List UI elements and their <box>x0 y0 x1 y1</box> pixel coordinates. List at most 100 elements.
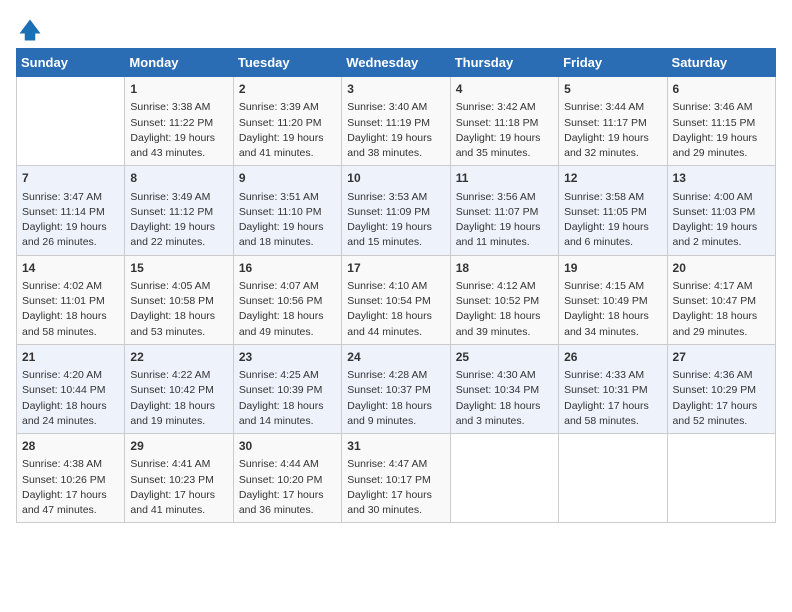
day-info: Sunrise: 4:20 AM Sunset: 10:44 PM Daylig… <box>22 368 119 429</box>
day-number: 7 <box>22 170 119 187</box>
day-number: 28 <box>22 438 119 455</box>
calendar-cell <box>17 77 125 166</box>
calendar-cell: 2Sunrise: 3:39 AM Sunset: 11:20 PM Dayli… <box>233 77 341 166</box>
week-row-1: 1Sunrise: 3:38 AM Sunset: 11:22 PM Dayli… <box>17 77 776 166</box>
calendar-cell: 10 Sunrise: 3:53 AM Sunset: 11:09 PM Dayl… <box>342 166 450 255</box>
day-info: Sunrise: 4:07 AM Sunset: 10:56 PM Daylig… <box>239 279 336 340</box>
week-row-2: 7 Sunrise: 3:47 AM Sunset: 11:14 PM Dayli… <box>17 166 776 255</box>
calendar-cell: 1Sunrise: 3:38 AM Sunset: 11:22 PM Dayli… <box>125 77 233 166</box>
calendar-cell: 5 Sunrise: 3:44 AM Sunset: 11:17 PM Dayli… <box>559 77 667 166</box>
day-of-week-sunday: Sunday <box>17 49 125 77</box>
day-number: 8 <box>130 170 227 187</box>
day-info: Sunrise: 3:53 AM Sunset: 11:09 PM Daylig… <box>347 190 444 251</box>
day-info: Sunrise: 4:05 AM Sunset: 10:58 PM Daylig… <box>130 279 227 340</box>
day-info: Sunrise: 4:41 AM Sunset: 10:23 PM Daylig… <box>130 457 227 518</box>
calendar-cell: 23 Sunrise: 4:25 AM Sunset: 10:39 PM Dayl… <box>233 344 341 433</box>
day-number: 18 <box>456 260 553 277</box>
calendar-cell: 15 Sunrise: 4:05 AM Sunset: 10:58 PM Dayl… <box>125 255 233 344</box>
day-number: 6 <box>673 81 770 98</box>
day-number: 27 <box>673 349 770 366</box>
day-info: Sunrise: 4:02 AM Sunset: 11:01 PM Daylig… <box>22 279 119 340</box>
week-row-5: 28 Sunrise: 4:38 AM Sunset: 10:26 PM Dayl… <box>17 434 776 523</box>
page-header <box>16 16 776 44</box>
day-number: 26 <box>564 349 661 366</box>
day-of-week-thursday: Thursday <box>450 49 558 77</box>
calendar-cell: 22 Sunrise: 4:22 AM Sunset: 10:42 PM Dayl… <box>125 344 233 433</box>
day-of-week-tuesday: Tuesday <box>233 49 341 77</box>
logo-icon <box>16 16 44 44</box>
calendar-cell: 17Sunrise: 4:10 AM Sunset: 10:54 PM Dayl… <box>342 255 450 344</box>
day-number: 10 <box>347 170 444 187</box>
calendar-cell: 28 Sunrise: 4:38 AM Sunset: 10:26 PM Dayl… <box>17 434 125 523</box>
calendar-cell: 31 Sunrise: 4:47 AM Sunset: 10:17 PM Dayl… <box>342 434 450 523</box>
day-info: Sunrise: 4:28 AM Sunset: 10:37 PM Daylig… <box>347 368 444 429</box>
day-number: 23 <box>239 349 336 366</box>
day-number: 16 <box>239 260 336 277</box>
day-number: 30 <box>239 438 336 455</box>
calendar-cell: 16 Sunrise: 4:07 AM Sunset: 10:56 PM Dayl… <box>233 255 341 344</box>
day-of-week-monday: Monday <box>125 49 233 77</box>
calendar-cell: 13 Sunrise: 4:00 AM Sunset: 11:03 PM Dayl… <box>667 166 775 255</box>
day-number: 14 <box>22 260 119 277</box>
day-info: Sunrise: 4:25 AM Sunset: 10:39 PM Daylig… <box>239 368 336 429</box>
calendar-cell: 12Sunrise: 3:58 AM Sunset: 11:05 PM Dayl… <box>559 166 667 255</box>
day-info: Sunrise: 3:47 AM Sunset: 11:14 PM Daylig… <box>22 190 119 251</box>
day-of-week-wednesday: Wednesday <box>342 49 450 77</box>
day-number: 5 <box>564 81 661 98</box>
day-number: 24 <box>347 349 444 366</box>
day-number: 20 <box>673 260 770 277</box>
calendar-cell: 19 Sunrise: 4:15 AM Sunset: 10:49 PM Dayl… <box>559 255 667 344</box>
day-number: 21 <box>22 349 119 366</box>
calendar-cell: 4 Sunrise: 3:42 AM Sunset: 11:18 PM Dayli… <box>450 77 558 166</box>
day-info: Sunrise: 4:22 AM Sunset: 10:42 PM Daylig… <box>130 368 227 429</box>
calendar-cell: 18 Sunrise: 4:12 AM Sunset: 10:52 PM Dayl… <box>450 255 558 344</box>
day-info: Sunrise: 4:17 AM Sunset: 10:47 PM Daylig… <box>673 279 770 340</box>
day-number: 2 <box>239 81 336 98</box>
day-of-week-friday: Friday <box>559 49 667 77</box>
calendar-cell <box>667 434 775 523</box>
day-info: Sunrise: 4:44 AM Sunset: 10:20 PM Daylig… <box>239 457 336 518</box>
day-number: 25 <box>456 349 553 366</box>
calendar-cell: 29 Sunrise: 4:41 AM Sunset: 10:23 PM Dayl… <box>125 434 233 523</box>
calendar-cell: 9 Sunrise: 3:51 AM Sunset: 11:10 PM Dayli… <box>233 166 341 255</box>
day-info: Sunrise: 3:40 AM Sunset: 11:19 PM Daylig… <box>347 100 444 161</box>
day-info: Sunrise: 4:10 AM Sunset: 10:54 PM Daylig… <box>347 279 444 340</box>
day-number: 9 <box>239 170 336 187</box>
day-number: 12 <box>564 170 661 187</box>
day-info: Sunrise: 4:00 AM Sunset: 11:03 PM Daylig… <box>673 190 770 251</box>
calendar-cell: 3 Sunrise: 3:40 AM Sunset: 11:19 PM Dayli… <box>342 77 450 166</box>
calendar-cell: 30 Sunrise: 4:44 AM Sunset: 10:20 PM Dayl… <box>233 434 341 523</box>
day-number: 3 <box>347 81 444 98</box>
day-number: 19 <box>564 260 661 277</box>
day-number: 4 <box>456 81 553 98</box>
day-info: Sunrise: 4:15 AM Sunset: 10:49 PM Daylig… <box>564 279 661 340</box>
week-row-4: 21 Sunrise: 4:20 AM Sunset: 10:44 PM Dayl… <box>17 344 776 433</box>
calendar-cell: 20 Sunrise: 4:17 AM Sunset: 10:47 PM Dayl… <box>667 255 775 344</box>
calendar-cell: 11Sunrise: 3:56 AM Sunset: 11:07 PM Dayl… <box>450 166 558 255</box>
calendar-cell: 14 Sunrise: 4:02 AM Sunset: 11:01 PM Dayl… <box>17 255 125 344</box>
day-info: Sunrise: 4:12 AM Sunset: 10:52 PM Daylig… <box>456 279 553 340</box>
day-info: Sunrise: 3:44 AM Sunset: 11:17 PM Daylig… <box>564 100 661 161</box>
calendar-cell: 25 Sunrise: 4:30 AM Sunset: 10:34 PM Dayl… <box>450 344 558 433</box>
day-number: 29 <box>130 438 227 455</box>
day-number: 11 <box>456 170 553 187</box>
calendar-cell: 21 Sunrise: 4:20 AM Sunset: 10:44 PM Dayl… <box>17 344 125 433</box>
day-number: 15 <box>130 260 227 277</box>
day-info: Sunrise: 3:42 AM Sunset: 11:18 PM Daylig… <box>456 100 553 161</box>
day-info: Sunrise: 3:51 AM Sunset: 11:10 PM Daylig… <box>239 190 336 251</box>
calendar-cell: 27Sunrise: 4:36 AM Sunset: 10:29 PM Dayl… <box>667 344 775 433</box>
day-info: Sunrise: 4:47 AM Sunset: 10:17 PM Daylig… <box>347 457 444 518</box>
day-number: 13 <box>673 170 770 187</box>
calendar-cell: 26 Sunrise: 4:33 AM Sunset: 10:31 PM Dayl… <box>559 344 667 433</box>
day-number: 31 <box>347 438 444 455</box>
calendar-cell: 24 Sunrise: 4:28 AM Sunset: 10:37 PM Dayl… <box>342 344 450 433</box>
day-info: Sunrise: 4:30 AM Sunset: 10:34 PM Daylig… <box>456 368 553 429</box>
calendar-cell: 8Sunrise: 3:49 AM Sunset: 11:12 PM Dayli… <box>125 166 233 255</box>
day-info: Sunrise: 4:38 AM Sunset: 10:26 PM Daylig… <box>22 457 119 518</box>
week-row-3: 14 Sunrise: 4:02 AM Sunset: 11:01 PM Dayl… <box>17 255 776 344</box>
day-info: Sunrise: 4:33 AM Sunset: 10:31 PM Daylig… <box>564 368 661 429</box>
day-number: 1 <box>130 81 227 98</box>
day-number: 22 <box>130 349 227 366</box>
day-of-week-saturday: Saturday <box>667 49 775 77</box>
calendar-cell: 7 Sunrise: 3:47 AM Sunset: 11:14 PM Dayli… <box>17 166 125 255</box>
